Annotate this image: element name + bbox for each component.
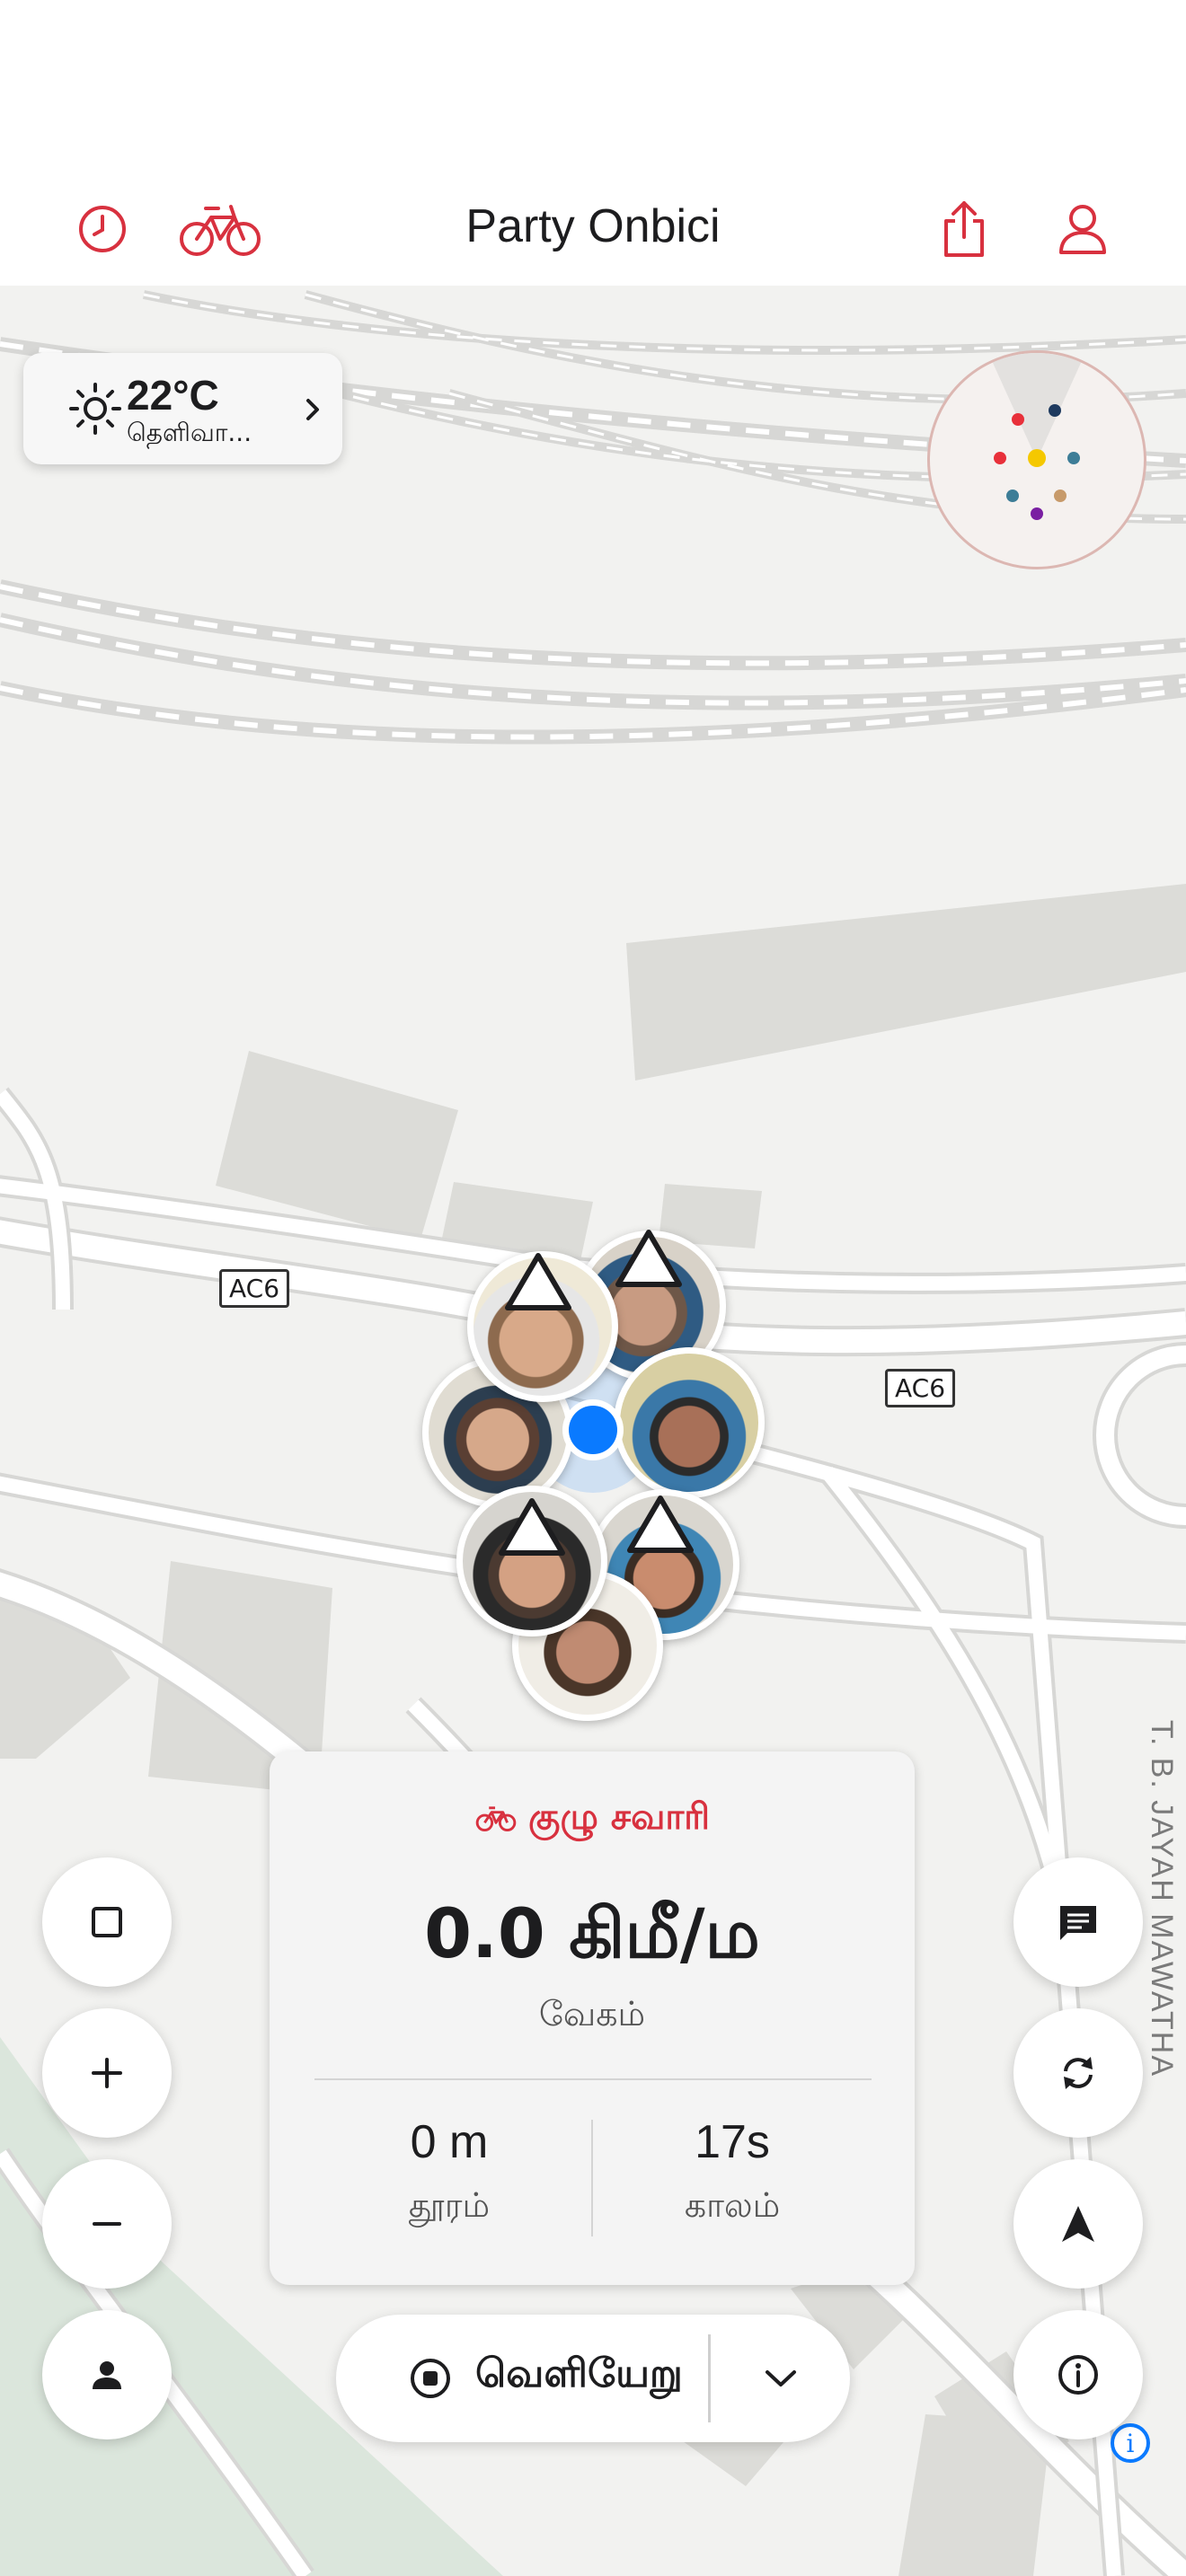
- weather-widget[interactable]: 22°C தெளிவா...: [23, 353, 342, 464]
- profile-icon[interactable]: [1033, 180, 1132, 278]
- sun-icon: [69, 383, 121, 435]
- refresh-icon: [1064, 2057, 1093, 2089]
- rider-avatar[interactable]: [467, 1251, 618, 1402]
- distance-label: தூரம்: [408, 2185, 491, 2225]
- map-attribution-info-icon[interactable]: i: [1109, 2422, 1152, 2465]
- radar-rider-dot: [994, 452, 1006, 464]
- radar-rider-dot: [1067, 452, 1080, 464]
- speed-value: 0.0 கிமீ/ம: [424, 1893, 760, 1973]
- refresh-button[interactable]: [1013, 2008, 1143, 2138]
- radar-rider-dot: [1028, 449, 1046, 467]
- road-label-ac6: AC6: [885, 1369, 956, 1407]
- duration-value: 17s: [695, 2116, 770, 2168]
- radar-rider-dot: [1031, 507, 1043, 520]
- chat-button[interactable]: [1013, 1857, 1143, 1987]
- rider-avatar[interactable]: [456, 1486, 607, 1636]
- info-icon: [1058, 2355, 1098, 2395]
- weather-condition: தெளிவா...: [127, 418, 252, 447]
- panel-divider: [314, 2078, 872, 2080]
- navigation-arrow-icon: [1062, 2206, 1094, 2242]
- distance-stat: 0 m தூரம்: [314, 2115, 584, 2230]
- road-label-ac6: AC6: [219, 1269, 290, 1308]
- status-bar-area: [0, 0, 1186, 180]
- street-name-label: T. B. JAYAH MAWATHA: [1145, 1719, 1179, 2078]
- svg-text:i: i: [1127, 2429, 1135, 2458]
- temperature: 22°C: [127, 372, 219, 419]
- ride-mode-label: குழு சவாரி: [527, 1796, 711, 1838]
- duration-label: காலம்: [684, 2185, 781, 2225]
- chat-icon: [1060, 1906, 1096, 1940]
- chevron-right-icon: [306, 399, 319, 420]
- navigation-button[interactable]: [1013, 2159, 1143, 2289]
- exit-ride-control: வெளியேறு: [336, 2315, 850, 2442]
- plus-icon: [92, 2058, 122, 2088]
- exit-button[interactable]: வெளியேறு: [336, 2315, 708, 2442]
- chevron-down-icon: [766, 2370, 796, 2386]
- speed-label: வேகம்: [538, 1994, 646, 2033]
- zoom-out-button[interactable]: [42, 2159, 172, 2289]
- share-icon[interactable]: [915, 180, 1013, 278]
- radar-rider-dot: [1049, 404, 1061, 417]
- exit-label: வெளியேறு: [475, 2351, 683, 2396]
- ride-stats-panel: குழு சவாரி 0.0 கிமீ/ம வேகம் 0 m தூரம் 17…: [270, 1751, 915, 2285]
- rider-avatar[interactable]: [614, 1347, 765, 1498]
- minus-icon: [93, 2222, 121, 2226]
- exit-separator: [708, 2334, 711, 2422]
- rider-radar[interactable]: [927, 350, 1146, 569]
- user-location-dot: [562, 1399, 624, 1460]
- stat-divider: [591, 2120, 593, 2236]
- ride-mode: குழு சவாரி: [270, 1796, 915, 1842]
- stop-icon: [411, 2359, 450, 2398]
- exit-options-dropdown[interactable]: [712, 2315, 850, 2442]
- radar-view: [988, 353, 1085, 520]
- radar-rider-dot: [1054, 490, 1067, 502]
- zoom-in-button[interactable]: [42, 2008, 172, 2138]
- person-icon: [93, 2361, 121, 2389]
- square-icon[interactable]: [42, 1857, 172, 1987]
- app-header: Party Onbici: [0, 180, 1186, 286]
- radar-rider-dot: [1006, 490, 1019, 502]
- center-on-me-button[interactable]: [42, 2310, 172, 2439]
- duration-stat: 17s காலம்: [597, 2115, 867, 2230]
- radar-rider-dot: [1012, 413, 1024, 426]
- bicycle-icon: [475, 1806, 517, 1832]
- info-button[interactable]: [1013, 2310, 1143, 2439]
- distance-value: 0 m: [410, 2116, 489, 2168]
